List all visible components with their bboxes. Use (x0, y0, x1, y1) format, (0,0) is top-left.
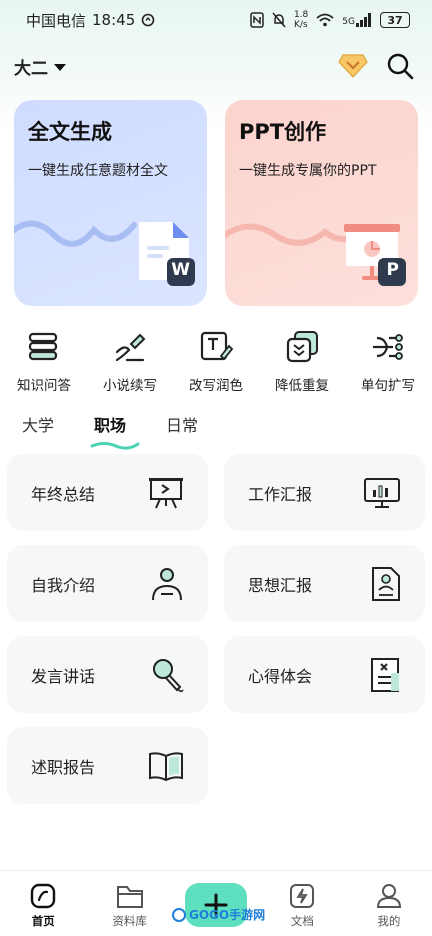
battery-indicator: 37 (380, 12, 410, 28)
ppt-badge-letter: P (386, 260, 399, 280)
document-person-icon (372, 566, 400, 601)
folder-icon (116, 886, 143, 908)
card-subtitle: 一键生成专属你的PPT (239, 163, 377, 179)
presentation-icon (149, 477, 183, 508)
tab-label: 职场 (94, 416, 127, 435)
clock: 18:45 (92, 11, 136, 29)
nav-profile[interactable]: 我的 (346, 871, 432, 936)
template-grid: 年终总结 工作汇报 自我介绍 思想汇报 发言讲话 心得体会 述职报告 (7, 454, 425, 804)
signal-icon (356, 13, 371, 27)
document-bolt-icon (290, 884, 315, 908)
template-ideology-report[interactable]: 思想汇报 (224, 545, 425, 622)
dedupe-icon (286, 331, 318, 363)
template-label: 自我介绍 (31, 575, 96, 595)
mute-bell-icon (272, 12, 286, 28)
tool-novel-continue[interactable]: 小说续写 (98, 330, 162, 394)
template-label: 工作汇报 (248, 484, 313, 504)
template-label: 思想汇报 (248, 575, 313, 595)
tab-label: 大学 (22, 416, 55, 435)
template-label: 年终总结 (31, 484, 96, 504)
tool-label: 小说续写 (103, 378, 157, 394)
template-label: 述职报告 (31, 757, 96, 777)
word-badge-letter: W (171, 260, 190, 280)
nfc-icon (250, 12, 264, 28)
tool-label: 降低重复 (275, 378, 329, 394)
monitor-chart-icon (364, 477, 400, 508)
tab-daily[interactable]: 日常 (166, 412, 198, 436)
template-work-review[interactable]: 述职报告 (7, 727, 208, 804)
person-icon (152, 567, 182, 600)
nav-label: 文档 (290, 914, 314, 928)
status-bar: 中国电信 18:45 1.8 K/s 5G 37 (0, 0, 432, 40)
nav-label: 首页 (31, 914, 55, 928)
notes-icon (371, 657, 399, 692)
nav-label: 我的 (377, 914, 401, 928)
expand-icon (373, 334, 403, 360)
microphone-icon (153, 658, 184, 692)
nav-documents[interactable]: 文档 (259, 871, 345, 936)
category-tabs: 大学 职场 日常 (22, 412, 198, 450)
carrier-label: 中国电信 (26, 11, 87, 30)
template-year-end-summary[interactable]: 年终总结 (7, 454, 208, 531)
pen-icon (115, 333, 146, 362)
net-speed-value: 1.8 (293, 10, 309, 20)
tool-label: 改写润色 (189, 378, 243, 394)
template-reflection[interactable]: 心得体会 (224, 636, 425, 713)
template-label: 心得体会 (248, 666, 313, 686)
watermark-logo-icon (172, 907, 186, 922)
card-subtitle: 一键生成任意题材全文 (28, 163, 168, 179)
network-type: 5G (342, 17, 355, 27)
tool-reduce-duplicate[interactable]: 降低重复 (270, 330, 334, 394)
grade-label: 大二 (14, 58, 48, 79)
top-header: 大二 (0, 46, 432, 86)
search-icon[interactable] (386, 52, 414, 80)
tab-workplace[interactable]: 职场 (90, 412, 140, 450)
nav-home[interactable]: 首页 (0, 871, 86, 936)
tool-row: 知识问答 小说续写 改写润色 降低重复 单句扩写 (0, 330, 432, 394)
card-title: 全文生成 (28, 120, 112, 144)
wifi-icon (316, 13, 334, 27)
tab-label: 日常 (166, 416, 199, 435)
books-icon (28, 332, 58, 361)
vip-diamond-icon[interactable] (338, 53, 368, 79)
data-saver-icon (141, 13, 155, 27)
book-icon (149, 751, 183, 781)
caret-down-icon (54, 63, 66, 71)
home-icon (31, 883, 56, 909)
grade-selector[interactable]: 大二 (14, 54, 66, 79)
nav-create[interactable] (173, 871, 259, 936)
watermark: GOGO手游网 (172, 906, 265, 923)
feature-cards: 全文生成 一键生成任意题材全文 W PPT创作 一键生成专属你的PPT P (14, 100, 418, 306)
ppt-card[interactable]: PPT创作 一键生成专属你的PPT P (225, 100, 418, 306)
nav-library[interactable]: 资料库 (86, 871, 172, 936)
active-tab-indicator (90, 442, 140, 450)
tool-knowledge-qa[interactable]: 知识问答 (12, 330, 76, 394)
template-speech[interactable]: 发言讲话 (7, 636, 208, 713)
template-self-intro[interactable]: 自我介绍 (7, 545, 208, 622)
edit-text-icon (200, 331, 233, 361)
tool-label: 单句扩写 (361, 378, 415, 394)
tool-sentence-expand[interactable]: 单句扩写 (356, 330, 420, 394)
full-text-card[interactable]: 全文生成 一键生成任意题材全文 W (14, 100, 207, 306)
template-work-report[interactable]: 工作汇报 (224, 454, 425, 531)
tool-rewrite-polish[interactable]: 改写润色 (184, 330, 248, 394)
user-icon (376, 884, 401, 908)
bottom-nav: 首页 资料库 文档 我的 (0, 870, 432, 936)
watermark-text: GOGO手游网 (189, 908, 266, 922)
tab-university[interactable]: 大学 (22, 412, 54, 436)
card-title: PPT创作 (239, 120, 327, 144)
nav-label: 资料库 (112, 914, 147, 928)
net-speed-unit: K/s (293, 20, 308, 30)
tool-label: 知识问答 (17, 378, 71, 394)
template-label: 发言讲话 (31, 666, 96, 686)
